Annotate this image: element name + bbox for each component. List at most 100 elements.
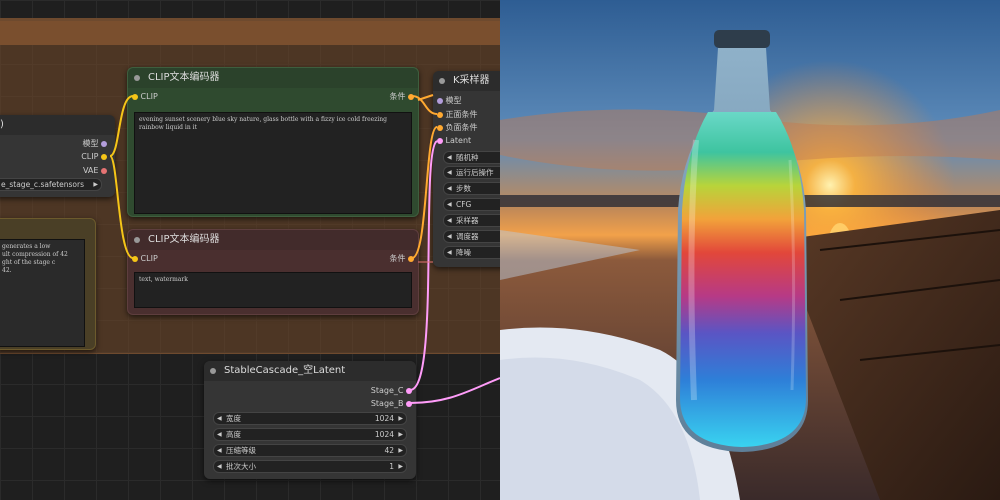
output-conditioning[interactable]: 条件 bbox=[389, 253, 414, 265]
clip-text-encode-positive[interactable]: CLIP文本编码器 CLIP 条件 evening sunset scenery… bbox=[127, 67, 419, 217]
widget-label: 运行后操作 bbox=[456, 168, 494, 177]
pin-icon[interactable] bbox=[132, 255, 138, 262]
title-text: StableCascade_空Latent bbox=[224, 365, 346, 376]
title-text: CLIP文本编码器 bbox=[148, 72, 220, 83]
note-node[interactable]: generates a low ult compression of 42 gh… bbox=[0, 218, 96, 350]
output-model[interactable]: 模型 bbox=[82, 138, 107, 150]
output-stage-b[interactable]: Stage_B bbox=[371, 398, 412, 410]
pin-icon[interactable] bbox=[101, 153, 107, 160]
widget-label: CFG bbox=[456, 200, 472, 209]
pin-icon[interactable] bbox=[101, 140, 107, 147]
input-negative[interactable]: 负面条件 bbox=[437, 122, 478, 134]
widget-scheduler[interactable]: ◀ 调度器 bbox=[443, 230, 500, 243]
collapse-dot-icon[interactable] bbox=[439, 78, 445, 84]
wire-stage-b bbox=[409, 377, 500, 404]
slot-label: 条件 bbox=[389, 254, 406, 263]
widget-label: 高度 bbox=[226, 430, 241, 439]
arrow-left-icon[interactable]: ◀ bbox=[447, 183, 452, 194]
note-text[interactable]: generates a low ult compression of 42 gh… bbox=[0, 239, 85, 347]
output-conditioning[interactable]: 条件 bbox=[389, 91, 414, 103]
node-title: K采样器 bbox=[433, 71, 500, 91]
arrow-right-icon[interactable]: ▶ bbox=[93, 179, 98, 190]
arrow-left-icon[interactable]: ◀ bbox=[217, 413, 222, 424]
pin-icon[interactable] bbox=[406, 400, 412, 407]
arrow-left-icon[interactable]: ◀ bbox=[447, 247, 452, 258]
pin-icon[interactable] bbox=[437, 111, 443, 118]
input-clip[interactable]: CLIP bbox=[132, 253, 158, 265]
widget-control-after[interactable]: ◀ 运行后操作 bbox=[443, 166, 500, 179]
clip-text-encode-negative[interactable]: CLIP文本编码器 CLIP 条件 text, watermark bbox=[127, 229, 419, 315]
pin-icon[interactable] bbox=[132, 93, 138, 100]
prompt-textarea[interactable]: evening sunset scenery blue sky nature, … bbox=[134, 112, 412, 214]
widget-compression[interactable]: ◀ 压缩等级 42 ▶ bbox=[213, 444, 407, 457]
ckpt-name-combo[interactable]: e_stage_c.safetensors ▶ bbox=[0, 178, 102, 191]
widget-sampler[interactable]: ◀ 采样器 bbox=[443, 214, 500, 227]
input-positive[interactable]: 正面条件 bbox=[437, 109, 478, 121]
pin-icon[interactable] bbox=[437, 137, 443, 144]
collapse-dot-icon[interactable] bbox=[134, 75, 140, 81]
widget-label: 批次大小 bbox=[226, 462, 256, 471]
ksampler-node[interactable]: K采样器 模型 正面条件 负面条件 Latent ◀ 随机种 ◀ 运行后操作 ◀ 步数… bbox=[433, 71, 500, 267]
combo-value: e_stage_c.safetensors bbox=[1, 180, 84, 189]
generated-image-preview bbox=[500, 0, 1000, 500]
output-vae[interactable]: VAE bbox=[83, 165, 107, 177]
slot-label: CLIP bbox=[81, 152, 99, 161]
node-title: CLIP文本编码器 bbox=[128, 68, 418, 88]
arrow-right-icon[interactable]: ▶ bbox=[398, 445, 403, 456]
input-model[interactable]: 模型 bbox=[437, 95, 462, 107]
widget-label: 步数 bbox=[456, 184, 471, 193]
arrow-right-icon[interactable]: ▶ bbox=[398, 461, 403, 472]
widget-value: 1024 bbox=[374, 430, 394, 439]
widget-label: 降噪 bbox=[456, 248, 471, 257]
output-stage-c[interactable]: Stage_C bbox=[371, 385, 412, 397]
slot-label: 模型 bbox=[82, 139, 99, 148]
arrow-left-icon[interactable]: ◀ bbox=[217, 445, 222, 456]
pin-icon[interactable] bbox=[101, 167, 107, 174]
arrow-left-icon[interactable]: ◀ bbox=[447, 231, 452, 242]
checkpoint-loader-node[interactable]: ) 模型 CLIP VAE e_stage_c.safetensors ▶ bbox=[0, 115, 115, 197]
widget-denoise[interactable]: ◀ 降噪 bbox=[443, 246, 500, 259]
widget-steps[interactable]: ◀ 步数 bbox=[443, 182, 500, 195]
pin-icon[interactable] bbox=[408, 255, 414, 262]
arrow-left-icon[interactable]: ◀ bbox=[447, 167, 452, 178]
stablecascade-empty-latent-node[interactable]: StableCascade_空Latent Stage_C Stage_B ◀ 宽… bbox=[204, 361, 416, 479]
widget-label: 调度器 bbox=[456, 232, 479, 241]
widget-width[interactable]: ◀ 宽度 1024 ▶ bbox=[213, 412, 407, 425]
widget-label: 宽度 bbox=[226, 414, 241, 423]
arrow-left-icon[interactable]: ◀ bbox=[217, 461, 222, 472]
widget-label: 压缩等级 bbox=[226, 446, 256, 455]
widget-label: 随机种 bbox=[456, 153, 479, 162]
slot-label: Stage_B bbox=[370, 399, 404, 408]
widget-cfg[interactable]: ◀ CFG bbox=[443, 198, 500, 211]
widget-seed[interactable]: ◀ 随机种 bbox=[443, 151, 500, 164]
collapse-dot-icon[interactable] bbox=[134, 237, 140, 243]
slot-label: VAE bbox=[82, 166, 99, 175]
collapse-dot-icon[interactable] bbox=[210, 368, 216, 374]
arrow-left-icon[interactable]: ◀ bbox=[217, 429, 222, 440]
input-latent[interactable]: Latent bbox=[437, 135, 471, 147]
node-canvas[interactable]: ) 模型 CLIP VAE e_stage_c.safetensors ▶ gen… bbox=[0, 0, 500, 500]
slot-label: CLIP bbox=[140, 254, 158, 263]
slot-label: 负面条件 bbox=[445, 123, 478, 132]
arrow-left-icon[interactable]: ◀ bbox=[447, 152, 452, 163]
slot-label: 正面条件 bbox=[445, 110, 478, 119]
widget-value: 1024 bbox=[374, 414, 394, 423]
group-title-bar[interactable] bbox=[0, 21, 500, 45]
rainbow-liquid-bottle-sunset-icon bbox=[500, 0, 1000, 500]
prompt-textarea[interactable]: text, watermark bbox=[134, 272, 412, 308]
widget-value: 1 bbox=[389, 462, 394, 471]
widget-height[interactable]: ◀ 高度 1024 ▶ bbox=[213, 428, 407, 441]
widget-label: 采样器 bbox=[456, 216, 479, 225]
pin-icon[interactable] bbox=[437, 124, 443, 131]
arrow-left-icon[interactable]: ◀ bbox=[447, 199, 452, 210]
arrow-right-icon[interactable]: ▶ bbox=[398, 413, 403, 424]
pin-icon[interactable] bbox=[406, 387, 412, 394]
pin-icon[interactable] bbox=[437, 97, 443, 104]
slot-label: 模型 bbox=[445, 96, 462, 105]
pin-icon[interactable] bbox=[408, 93, 414, 100]
arrow-right-icon[interactable]: ▶ bbox=[398, 429, 403, 440]
widget-batch-size[interactable]: ◀ 批次大小 1 ▶ bbox=[213, 460, 407, 473]
arrow-left-icon[interactable]: ◀ bbox=[447, 215, 452, 226]
output-clip[interactable]: CLIP bbox=[81, 151, 107, 163]
input-clip[interactable]: CLIP bbox=[132, 91, 158, 103]
